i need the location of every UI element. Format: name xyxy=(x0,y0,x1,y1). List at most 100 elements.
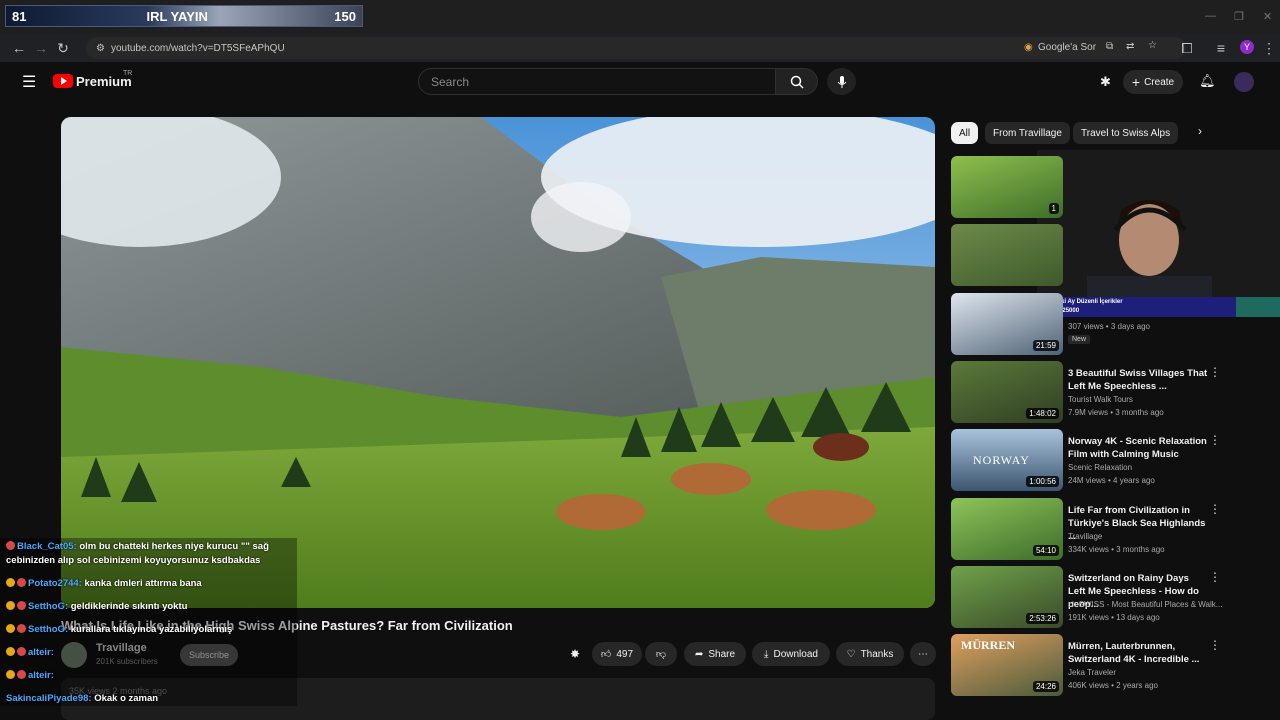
create-button[interactable]: + Create xyxy=(1123,70,1183,94)
translate-icon[interactable]: ⇄ xyxy=(1126,41,1134,52)
address-bar[interactable]: ⚙ youtube.com/watch?v=DT5SFeAPhQU ◉ Goog… xyxy=(86,37,1186,59)
share-icon: ➦ xyxy=(694,648,704,660)
chat-text: kanka dmleri attırma bana xyxy=(84,578,202,589)
cast-icon[interactable]: ⧉ xyxy=(1106,41,1113,52)
chat-text: geldiklerinde sıkıntı yoktu xyxy=(70,601,188,612)
video-thumbnail[interactable]: 1 xyxy=(951,156,1063,218)
channel-name[interactable]: Jeka Traveler xyxy=(1068,668,1116,677)
more-options-icon[interactable]: ⋮ xyxy=(1209,638,1221,652)
recommendation-item[interactable] xyxy=(951,224,1251,286)
overlay-right-number: 150 xyxy=(334,8,356,24)
url-text: youtube.com/watch?v=DT5SFeAPhQU xyxy=(110,42,285,54)
chat-username: Black_Cat05: xyxy=(17,541,77,552)
browser-menu-icon[interactable]: ⋮ xyxy=(1258,37,1280,59)
recommendation-item[interactable]: MÜRREN 24:26 Mürren, Lauterbrunnen, Swit… xyxy=(951,634,1251,696)
chip-all[interactable]: All xyxy=(951,122,979,144)
video-player[interactable] xyxy=(61,117,935,608)
video-thumbnail[interactable]: MÜRREN 24:26 xyxy=(951,634,1063,696)
recommendation-item[interactable]: 1:48:02 3 Beautiful Swiss Villages That … xyxy=(951,361,1251,423)
video-meta: 191K views • 13 days ago xyxy=(1068,613,1160,622)
video-duration: 24:26 xyxy=(1032,681,1059,692)
profile-avatar[interactable]: Y xyxy=(1240,40,1254,54)
back-icon[interactable]: ← xyxy=(8,37,30,59)
channel-name[interactable]: Scenic Relaxation xyxy=(1068,463,1132,472)
new-badge: New xyxy=(1068,335,1091,344)
dislike-button[interactable]: 👎︎ xyxy=(645,642,677,666)
video-thumbnail[interactable]: NORWAY 1:00:56 xyxy=(951,429,1063,491)
video-title[interactable]: Norway 4K - Scenic Relaxation Film with … xyxy=(1068,435,1208,461)
recommendation-item[interactable]: 1 xyxy=(951,156,1251,218)
overlay-title: IRL YAYIN xyxy=(146,8,208,24)
minimize-icon[interactable]: — xyxy=(1205,10,1216,22)
channel-name[interactable]: Travillage xyxy=(1068,532,1102,541)
close-window-icon[interactable]: ✕ xyxy=(1263,10,1272,23)
more-options-icon[interactable]: ⋮ xyxy=(1209,365,1221,379)
chips-next-icon[interactable]: › xyxy=(1198,124,1202,138)
site-info-icon[interactable]: ⚙ xyxy=(96,43,105,54)
more-options-icon[interactable]: ⋮ xyxy=(1209,433,1221,447)
recommendation-item[interactable]: 2:53:26 Switzerland on Rainy Days Left M… xyxy=(951,566,1251,628)
chat-text: Okak o zaman xyxy=(94,693,159,704)
extensions-icon[interactable]: ⧠ xyxy=(1176,37,1198,59)
notifications-bell-icon[interactable]: 🔔︎ xyxy=(1199,73,1216,89)
browser-toolbar: ← → ↻ ⚙ youtube.com/watch?v=DT5SFeAPhQU … xyxy=(0,34,1280,62)
restore-icon[interactable]: ❐ xyxy=(1234,10,1244,23)
recommendation-item[interactable]: 54:10 Life Far from Civilization in Türk… xyxy=(951,498,1251,560)
video-frame-mountain-pasture xyxy=(61,117,935,608)
media-icon[interactable]: ≡ xyxy=(1210,37,1232,59)
share-button[interactable]: ➦ Share xyxy=(684,642,746,666)
search-input[interactable]: Search xyxy=(418,68,776,95)
chat-username: SetthoG: xyxy=(28,601,69,612)
more-horizontal-icon: ⋯ xyxy=(918,648,928,660)
video-thumbnail[interactable]: 54:10 xyxy=(951,498,1063,560)
download-label: Download xyxy=(773,648,818,660)
video-thumbnail[interactable]: 2:53:26 xyxy=(951,566,1063,628)
chat-message: alteir: xyxy=(6,670,54,681)
channel-name[interactable]: ch SWISS - Most Beautiful Places & Walk.… xyxy=(1068,600,1222,609)
video-duration: 1:48:02 xyxy=(1026,408,1059,419)
channel-name[interactable]: Tourist Walk Tours xyxy=(1068,395,1133,404)
video-title[interactable]: Mürren, Lauterbrunnen, Switzerland 4K - … xyxy=(1068,640,1208,666)
stream-overlay-bar: 81 IRL YAYIN 150 xyxy=(5,5,363,27)
chat-message: cebinizden alıp sol cebinizemi koyuyorsu… xyxy=(6,555,260,566)
voice-search-button[interactable] xyxy=(827,68,856,95)
youtube-logo-icon[interactable] xyxy=(53,74,73,88)
cast-header-icon[interactable]: ✱ xyxy=(1100,74,1111,90)
chat-text: olm bu chatteki herkes niye kurucu "" sa… xyxy=(79,541,269,552)
download-button[interactable]: ⤓ Download xyxy=(752,642,830,666)
recommendation-item[interactable]: NORWAY 1:00:56 Norway 4K - Scenic Relaxa… xyxy=(951,429,1251,491)
more-actions-button[interactable]: ⋯ xyxy=(910,642,936,666)
thumbnail-caption: MÜRREN xyxy=(961,638,1015,652)
chat-text: kurallara tıklayınca yazabiliyolarmış xyxy=(70,624,233,635)
reload-icon[interactable]: ↻ xyxy=(52,37,74,59)
chat-message: SetthoG: geldiklerinde sıkıntı yoktu xyxy=(6,601,187,612)
search-icon xyxy=(790,75,804,89)
create-label: Create xyxy=(1144,76,1175,88)
channel-avatar[interactable] xyxy=(1234,72,1254,92)
recommendation-item[interactable]: 21:59 307 views • 3 days ago New xyxy=(951,293,1251,355)
forward-icon[interactable]: → xyxy=(30,37,52,59)
more-options-icon[interactable]: ⋮ xyxy=(1209,502,1221,516)
hamburger-menu-icon[interactable]: ☰ xyxy=(22,72,36,92)
plus-icon: + xyxy=(1131,74,1141,90)
like-button[interactable]: 👍︎ 497 xyxy=(592,642,642,666)
share-label: Share xyxy=(708,648,736,660)
video-thumbnail[interactable]: 1:48:02 xyxy=(951,361,1063,423)
chat-message: Black_Cat05: olm bu chatteki herkes niye… xyxy=(6,541,269,552)
video-thumbnail[interactable]: 21:59 xyxy=(951,293,1063,355)
hype-icon[interactable]: ✸ xyxy=(570,647,580,661)
bookmark-star-icon[interactable]: ☆ xyxy=(1148,40,1157,51)
chip-from-travillage[interactable]: From Travillage xyxy=(985,122,1070,144)
thumbs-down-icon: 👎︎ xyxy=(655,649,667,660)
video-title[interactable]: 3 Beautiful Swiss Villages That Left Me … xyxy=(1068,367,1208,393)
google-lens-icon: ◉ xyxy=(1024,42,1033,53)
search-button[interactable] xyxy=(776,68,818,95)
video-duration: 21:59 xyxy=(1032,340,1059,351)
chip-travel-to-swiss-alps[interactable]: Travel to Swiss Alps xyxy=(1073,122,1179,144)
more-options-icon[interactable]: ⋮ xyxy=(1209,570,1221,584)
google-sor-label[interactable]: Google'a Sor xyxy=(1038,42,1096,53)
thanks-button[interactable]: ♡ Thanks xyxy=(836,642,904,666)
video-meta: 24M views • 4 years ago xyxy=(1068,476,1155,485)
download-icon: ⤓ xyxy=(764,648,769,660)
video-thumbnail[interactable] xyxy=(951,224,1063,286)
